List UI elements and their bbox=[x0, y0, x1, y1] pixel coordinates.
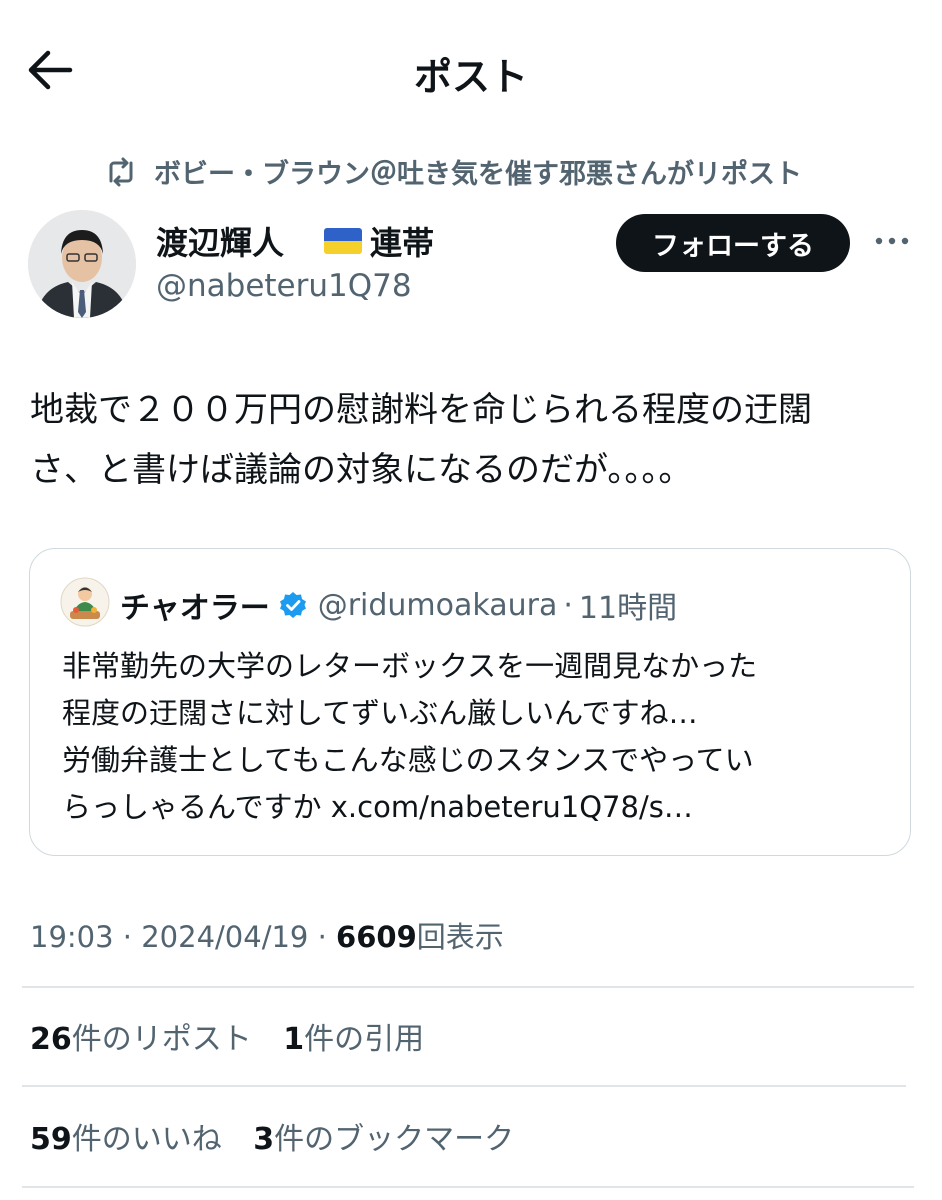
bookmarks-count: 3 bbox=[253, 1122, 275, 1157]
likes-count: 59 bbox=[30, 1122, 72, 1157]
meta-separator: · bbox=[317, 920, 327, 954]
author-name-row[interactable]: 渡辺輝人 連帯 bbox=[156, 218, 434, 264]
quote-text: 非常勤先の大学のレターボックスを一週間見なかった 程度の迂闊さに対してずいぶん厳… bbox=[62, 643, 892, 831]
more-options-icon[interactable] bbox=[872, 226, 912, 256]
likes-label: 件のいいね bbox=[71, 1122, 222, 1157]
verified-badge-icon bbox=[279, 592, 306, 618]
avatar-image bbox=[28, 210, 136, 318]
quote-author-handle: @ridumoakaura bbox=[317, 587, 558, 623]
tweet-date[interactable]: 2024/04/19 bbox=[141, 920, 308, 954]
repost-icon bbox=[109, 157, 133, 186]
reposts-count: 26 bbox=[30, 1022, 72, 1057]
quote-avatar-image bbox=[60, 577, 110, 627]
tweet-text: 地裁で２００万円の慰謝料を命じられる程度の迂闊 さ、と書けば議論の対象になるのだ… bbox=[30, 380, 920, 500]
quote-header: チャオラー @ridumoakaura · 11時間 bbox=[120, 583, 677, 627]
quotes-label: 件の引用 bbox=[304, 1022, 425, 1057]
tweet-line: さ、と書けば議論の対象になるのだが。。。。 bbox=[30, 450, 693, 490]
author-handle[interactable]: @nabeteru1Q78 bbox=[156, 268, 412, 304]
tweet-meta: 19:03 · 2024/04/19 · 6609回表示 bbox=[30, 914, 504, 956]
divider bbox=[22, 1186, 914, 1188]
tweet-line: 地裁で２００万円の慰謝料を命じられる程度の迂闊 bbox=[30, 390, 812, 430]
quote-line: らっしゃるんですか x.com/nabeteru1Q78/s… bbox=[62, 790, 693, 824]
view-count: 6609 bbox=[336, 920, 417, 954]
author-name: 渡辺輝人 bbox=[156, 224, 285, 262]
author-badge-text: 連帯 bbox=[370, 224, 435, 262]
stats-row-reposts: 26件のリポスト 1件の引用 bbox=[30, 1014, 446, 1058]
view-label: 回表示 bbox=[416, 920, 504, 954]
divider bbox=[22, 1085, 906, 1087]
page-title: ポスト bbox=[413, 55, 528, 99]
ukraine-flag-icon bbox=[324, 228, 363, 254]
likes-stat[interactable]: 59件のいいね bbox=[30, 1122, 222, 1157]
bookmarks-stat[interactable]: 3件のブックマーク bbox=[253, 1122, 514, 1157]
repost-text: ボビー・ブラウン＠吐き気を催す邪悪さんがリポスト bbox=[154, 159, 802, 190]
reposts-label: 件のリポスト bbox=[71, 1022, 252, 1057]
meta-separator: · bbox=[122, 920, 133, 954]
stats-row-likes: 59件のいいね 3件のブックマーク bbox=[30, 1114, 536, 1158]
quote-line: 程度の迂闊さに対してずいぶん厳しいんですね… bbox=[62, 696, 698, 730]
header: ポスト bbox=[0, 0, 942, 140]
follow-button[interactable]: フォローする bbox=[616, 214, 850, 272]
quotes-stat[interactable]: 1件の引用 bbox=[283, 1022, 424, 1057]
quote-line: 非常勤先の大学のレターボックスを一週間見なかった bbox=[62, 649, 758, 683]
avatar[interactable] bbox=[28, 210, 136, 318]
repost-indicator[interactable]: ボビー・ブラウン＠吐き気を催す邪悪さんがリポスト bbox=[104, 152, 802, 191]
quoted-tweet[interactable]: チャオラー @ridumoakaura · 11時間 非常勤先の大学のレターボッ… bbox=[29, 548, 911, 856]
quotes-count: 1 bbox=[283, 1022, 305, 1057]
quote-author-name: チャオラー bbox=[120, 591, 270, 626]
reposts-stat[interactable]: 26件のリポスト bbox=[30, 1022, 252, 1057]
quote-separator: · bbox=[563, 587, 573, 623]
quote-avatar bbox=[60, 577, 110, 627]
tweet-time[interactable]: 19:03 bbox=[30, 920, 114, 954]
quote-line: 労働弁護士としてもこんな感じのスタンスでやってい bbox=[62, 743, 754, 777]
bookmarks-label: 件のブックマーク bbox=[274, 1122, 515, 1157]
quote-time: 11時間 bbox=[578, 591, 678, 626]
divider bbox=[22, 986, 914, 988]
